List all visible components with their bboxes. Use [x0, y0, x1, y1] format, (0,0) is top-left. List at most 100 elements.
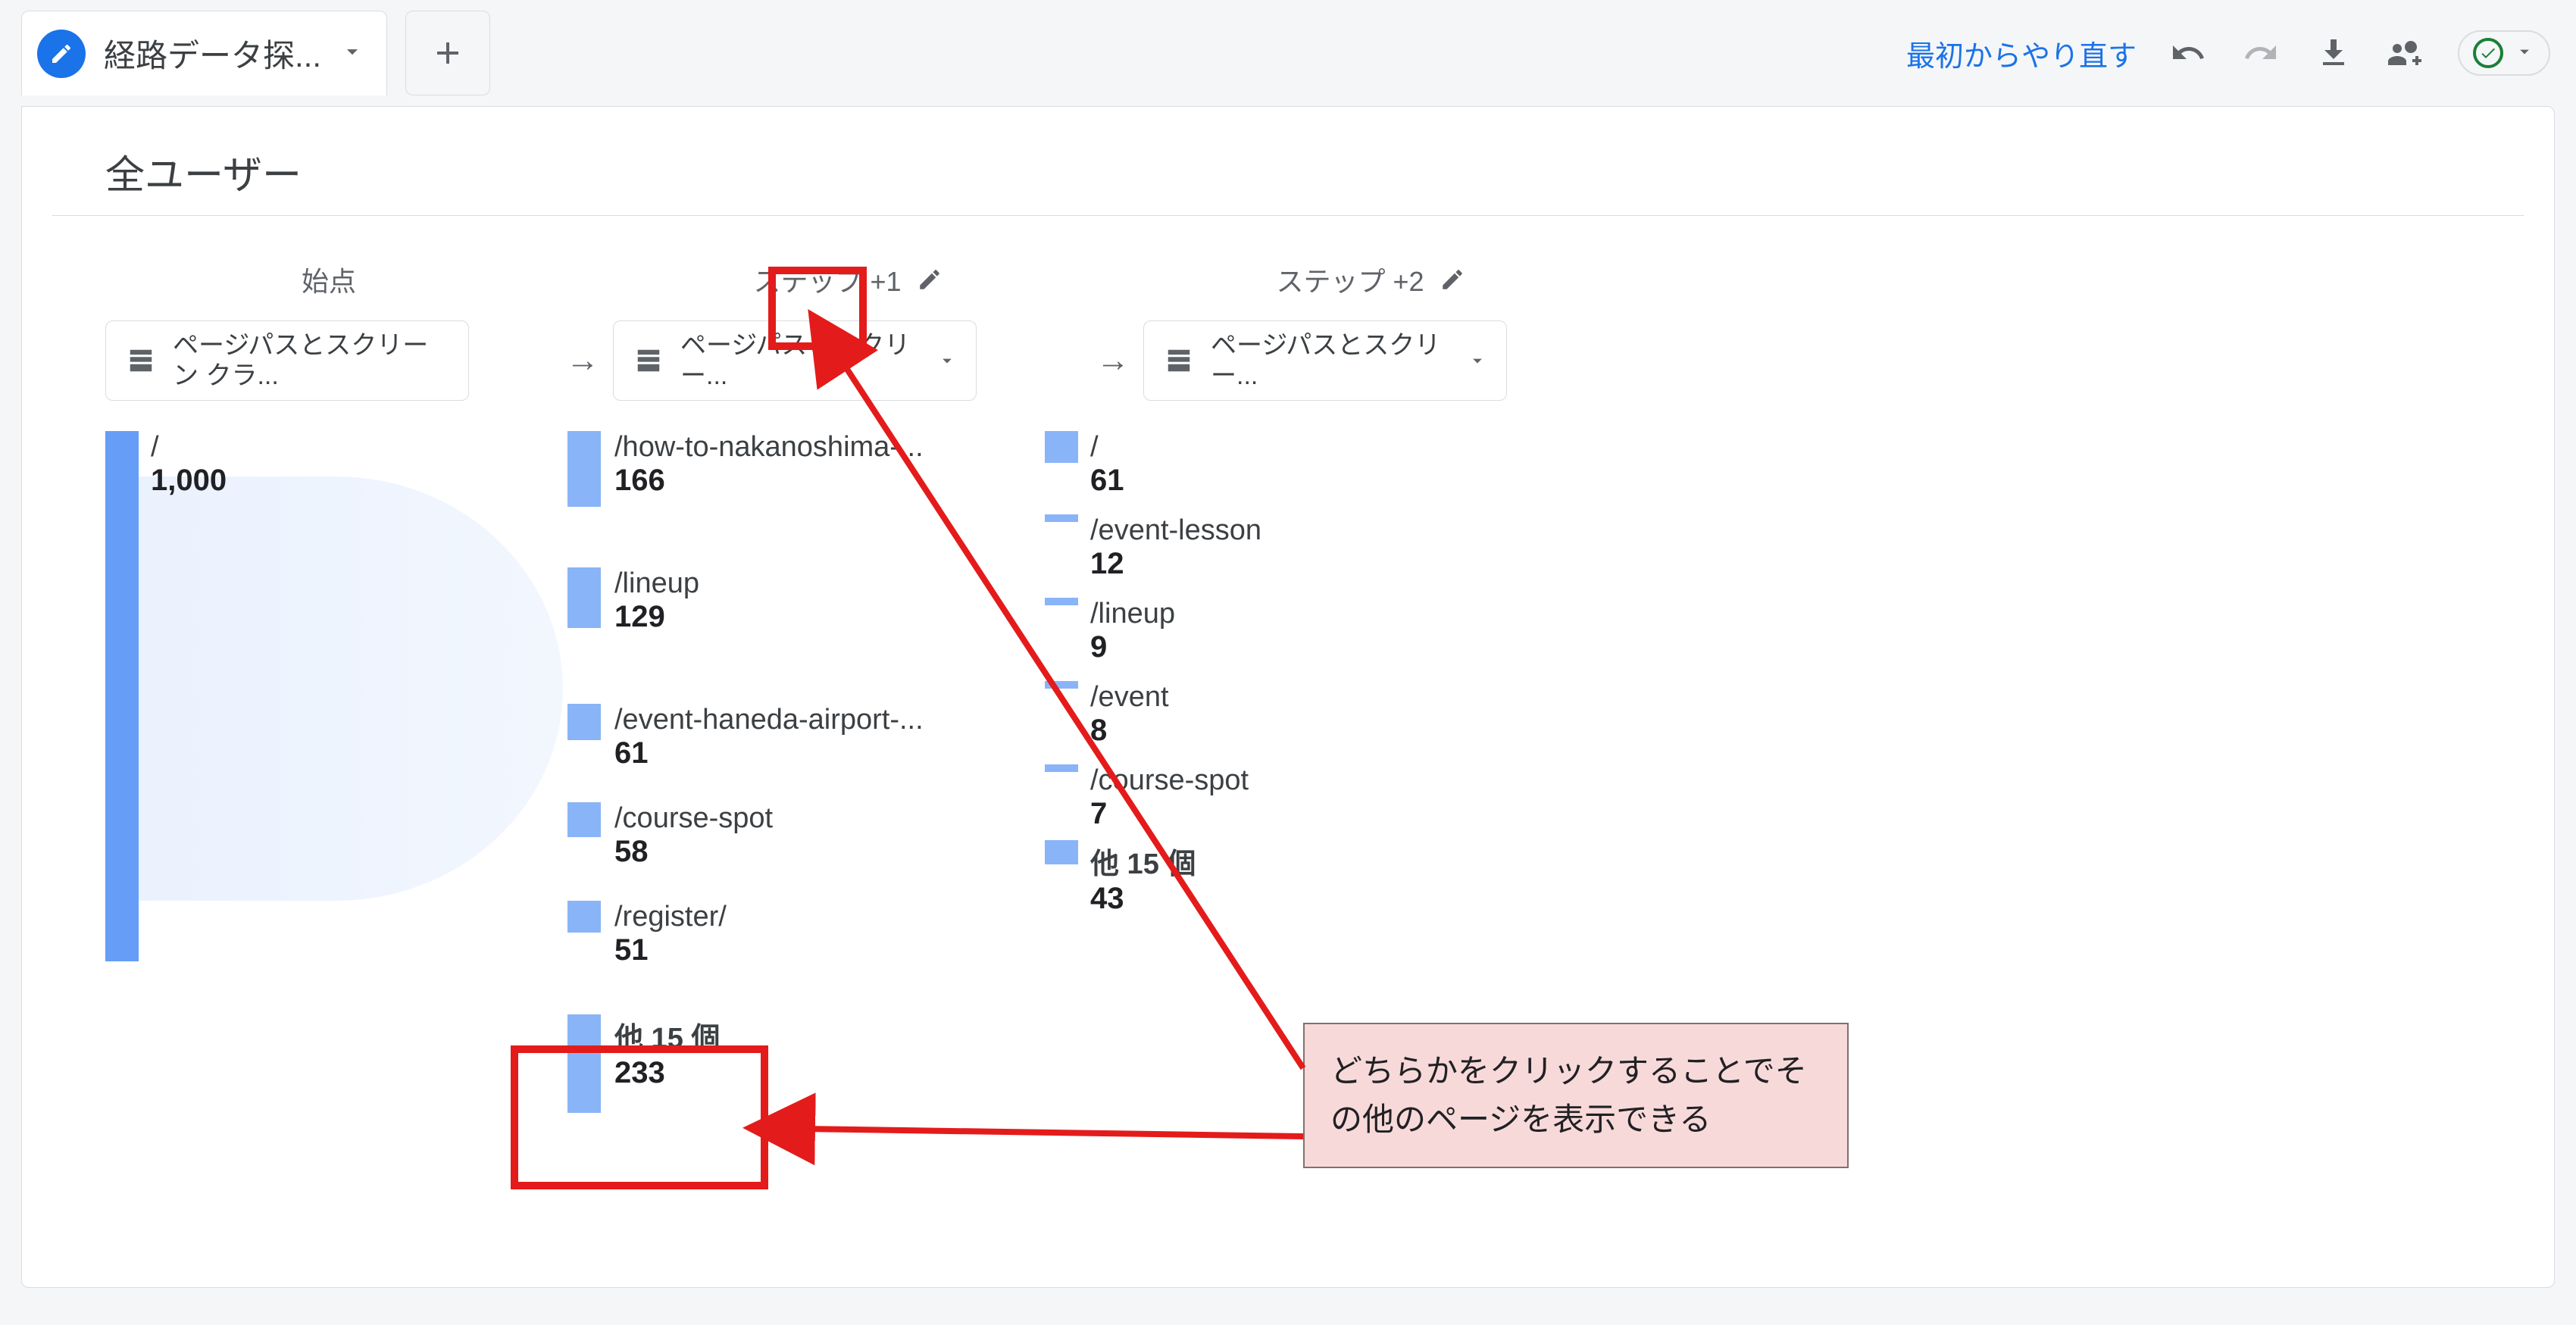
step2-node[interactable]: 他 15 個43 [1045, 840, 1196, 916]
node-bar [1045, 598, 1078, 605]
node-path: /event-haneda-airport-... [614, 704, 924, 736]
node-bar [567, 704, 601, 740]
steps-header: 始点 ページパスとスクリーン クラ... → ステップ +1 [52, 216, 2524, 401]
page-icon [1162, 344, 1196, 377]
redo-icon[interactable] [2240, 32, 2282, 74]
node-path: /lineup [614, 567, 699, 600]
share-user-icon[interactable] [2385, 32, 2428, 74]
step1-node[interactable]: 他 15 個233 [567, 1014, 720, 1113]
node-value: 8 [1090, 714, 1169, 748]
tab-active[interactable]: 経路データ探... [21, 11, 387, 95]
node-bar [567, 1014, 601, 1113]
download-icon[interactable] [2312, 32, 2355, 74]
node-path: 他 15 個 [1090, 840, 1196, 882]
node-value: 61 [614, 736, 924, 770]
node-text: 他 15 個43 [1090, 840, 1196, 916]
chip-text: ページパスとスクリー... [1211, 330, 1452, 391]
step1-node[interactable]: /lineup129 [567, 567, 699, 634]
node-path: /lineup [1090, 598, 1175, 630]
node-text: /course-spot7 [1090, 764, 1249, 831]
tab-title: 経路データ探... [104, 30, 321, 77]
node-bar [1045, 514, 1078, 522]
node-text: /register/51 [614, 901, 727, 967]
node-bar [567, 901, 601, 933]
node-value: 166 [614, 464, 924, 498]
node-text: /course-spot58 [614, 802, 773, 869]
page-icon [632, 344, 665, 377]
node-value: 7 [1090, 797, 1249, 831]
start-bar[interactable] [105, 431, 139, 961]
step2-node[interactable]: /event8 [1045, 681, 1169, 748]
main-panel: 全ユーザー 始点 ページパスとスクリーン クラ... → ステップ +1 [21, 106, 2555, 1288]
chip-text: ページパスとスクリーン クラ... [173, 330, 450, 391]
label-text: 始点 [302, 260, 356, 299]
chip-text: ページパスとスクリー... [680, 330, 921, 391]
node-text: /how-to-nakanoshima-...166 [614, 431, 924, 498]
node-path: / [1090, 431, 1124, 464]
node-bar [1045, 764, 1078, 772]
column-start: 始点 ページパスとスクリーン クラ... [105, 252, 552, 401]
add-tab-button[interactable] [405, 11, 490, 95]
node-text: /lineup129 [614, 567, 699, 634]
step2-node[interactable]: /61 [1045, 431, 1124, 498]
node-value: 51 [614, 933, 727, 967]
status-pill[interactable] [2458, 30, 2550, 76]
node-value: 43 [1090, 882, 1196, 916]
node-bar [1045, 840, 1078, 864]
chevron-down-icon [2514, 41, 2535, 66]
node-value: 58 [614, 835, 773, 869]
check-circle-icon [2473, 38, 2503, 68]
node-bar [567, 567, 601, 628]
pencil-icon[interactable] [917, 267, 943, 292]
label-text: ステップ +1 [753, 260, 901, 299]
flow-area: / 1,000 /how-to-nakanoshima-...166/lineu… [75, 431, 2524, 1128]
step1-node[interactable]: /event-haneda-airport-...61 [567, 704, 924, 770]
node-bar [1045, 431, 1078, 463]
node-bar [567, 431, 601, 507]
node-path: /register/ [614, 901, 727, 933]
step1-node[interactable]: /course-spot58 [567, 802, 773, 869]
start-node-label: / 1,000 [151, 431, 227, 498]
column-step1: ステップ +1 ページパスとスクリー... [613, 252, 1083, 401]
node-text: 他 15 個233 [614, 1014, 720, 1090]
annotation-callout: どちらかをクリックすることでその他のページを表示できる [1303, 1023, 1849, 1168]
segment-title: 全ユーザー [52, 107, 2524, 216]
node-value: 129 [614, 600, 699, 634]
node-value: 12 [1090, 547, 1261, 581]
node-bar [567, 802, 601, 837]
node-path: /course-spot [614, 802, 773, 835]
pencil-icon[interactable] [1440, 267, 1465, 292]
node-text: /event-lesson12 [1090, 514, 1261, 581]
step2-node[interactable]: /lineup9 [1045, 598, 1175, 664]
flow-ribbon [139, 477, 563, 901]
label-text: ステップ +2 [1276, 260, 1424, 299]
step2-node[interactable]: /course-spot7 [1045, 764, 1249, 831]
restart-link[interactable]: 最初からやり直す [1906, 33, 2137, 74]
chevron-down-icon[interactable] [339, 39, 365, 68]
step1-node[interactable]: /register/51 [567, 901, 727, 967]
step2-chip[interactable]: ページパスとスクリー... [1143, 320, 1507, 401]
top-right-actions: 最初からやり直す [1906, 0, 2550, 106]
node-value: 1,000 [151, 464, 227, 498]
start-chip[interactable]: ページパスとスクリーン クラ... [105, 320, 469, 401]
step2-node[interactable]: /event-lesson12 [1045, 514, 1261, 581]
step1-chip[interactable]: ページパスとスクリー... [613, 320, 977, 401]
arrow-icon: → [1083, 273, 1143, 380]
node-path: /event [1090, 681, 1169, 714]
column-step2-label: ステップ +2 [1143, 252, 1598, 307]
node-path: 他 15 個 [614, 1014, 720, 1056]
node-path: /event-lesson [1090, 514, 1261, 547]
node-path: /course-spot [1090, 764, 1249, 797]
page-icon [124, 344, 158, 377]
step1-node[interactable]: /how-to-nakanoshima-...166 [567, 431, 924, 507]
column-start-label: 始点 [105, 252, 552, 307]
node-text: /event-haneda-airport-...61 [614, 704, 924, 770]
column-step2: ステップ +2 ページパスとスクリー... [1143, 252, 1598, 401]
undo-icon[interactable] [2167, 32, 2209, 74]
chevron-down-icon [936, 350, 958, 371]
arrow-icon: → [552, 273, 613, 380]
chevron-down-icon [1467, 350, 1488, 371]
top-bar: 経路データ探... 最初からやり直す [0, 0, 2576, 106]
column-step1-label: ステップ +1 [613, 252, 1083, 307]
node-text: /61 [1090, 431, 1124, 498]
